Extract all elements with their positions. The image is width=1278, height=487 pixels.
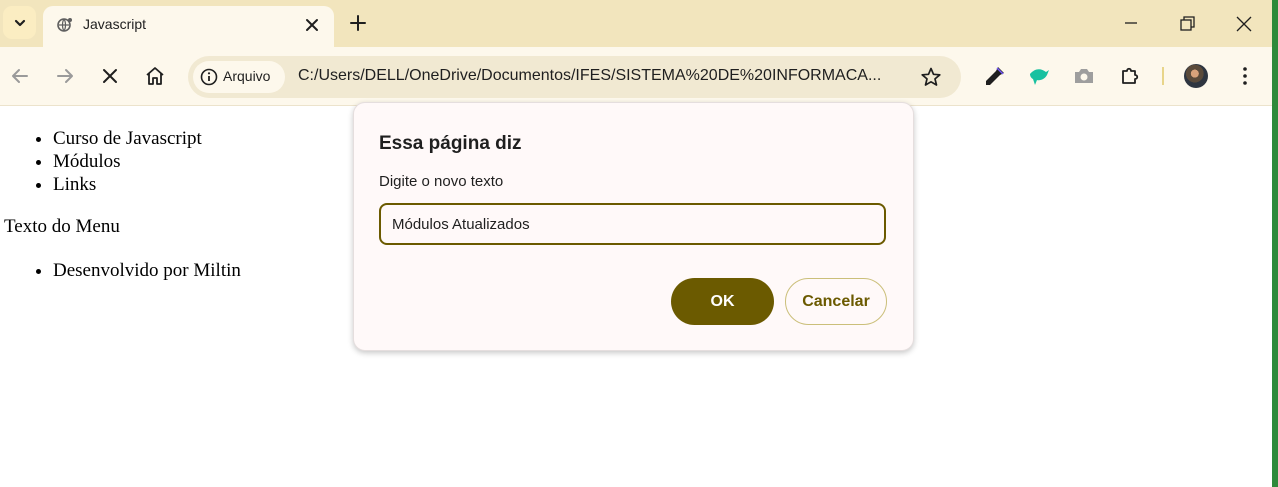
toolbar-separator [1162, 67, 1164, 85]
close-window-icon[interactable] [1232, 12, 1256, 36]
prompt-dialog: Essa página diz Digite o novo texto OK C… [353, 102, 914, 351]
stop-loading-icon[interactable] [98, 64, 122, 88]
home-icon[interactable] [143, 64, 167, 88]
url-text[interactable]: C:/Users/DELL/OneDrive/Documentos/IFES/S… [298, 67, 881, 85]
prompt-input[interactable] [379, 203, 886, 245]
globe-icon [57, 18, 72, 32]
chevron-down-icon [14, 19, 25, 26]
security-chip-label: Arquivo [223, 68, 271, 84]
camera-extension-icon[interactable] [1072, 64, 1096, 88]
more-menu-icon[interactable] [1233, 64, 1257, 88]
footer-list: Desenvolvido por Miltin [0, 259, 241, 282]
bird-extension-icon[interactable] [1027, 64, 1051, 88]
toolbar: Arquivo C:/Users/DELL/OneDrive/Documento… [0, 47, 1272, 106]
tab-javascript[interactable]: Javascript [43, 6, 334, 47]
new-tab-icon[interactable] [347, 12, 369, 34]
ok-button[interactable]: OK [671, 278, 774, 325]
window-edge [1272, 0, 1278, 487]
dialog-title: Essa página diz [379, 133, 522, 154]
menu-text: Texto do Menu [4, 216, 120, 237]
site-info-chip[interactable]: Arquivo [193, 61, 285, 93]
menu-list: Curso de Javascript Módulos Links [0, 127, 202, 196]
list-item: Curso de Javascript [53, 127, 202, 150]
eyedropper-extension-icon[interactable] [983, 64, 1007, 88]
close-tab-icon[interactable] [303, 16, 321, 34]
list-item: Módulos [53, 150, 202, 173]
bookmark-star-icon[interactable] [920, 66, 942, 88]
profile-avatar[interactable] [1184, 64, 1208, 88]
extensions-puzzle-icon[interactable] [1118, 64, 1142, 88]
tab-search-button[interactable] [3, 6, 36, 39]
back-icon[interactable] [8, 64, 32, 88]
address-bar[interactable]: Arquivo C:/Users/DELL/OneDrive/Documento… [188, 56, 961, 98]
info-icon [200, 68, 218, 86]
minimize-icon[interactable] [1119, 12, 1143, 36]
forward-icon[interactable] [53, 64, 77, 88]
list-item: Desenvolvido por Miltin [53, 259, 241, 282]
cancel-button[interactable]: Cancelar [785, 278, 887, 325]
tab-title: Javascript [83, 16, 147, 32]
restore-icon[interactable] [1175, 12, 1199, 36]
list-item: Links [53, 173, 202, 196]
tab-strip: Javascript [0, 0, 1272, 47]
dialog-message: Digite o novo texto [379, 173, 504, 190]
